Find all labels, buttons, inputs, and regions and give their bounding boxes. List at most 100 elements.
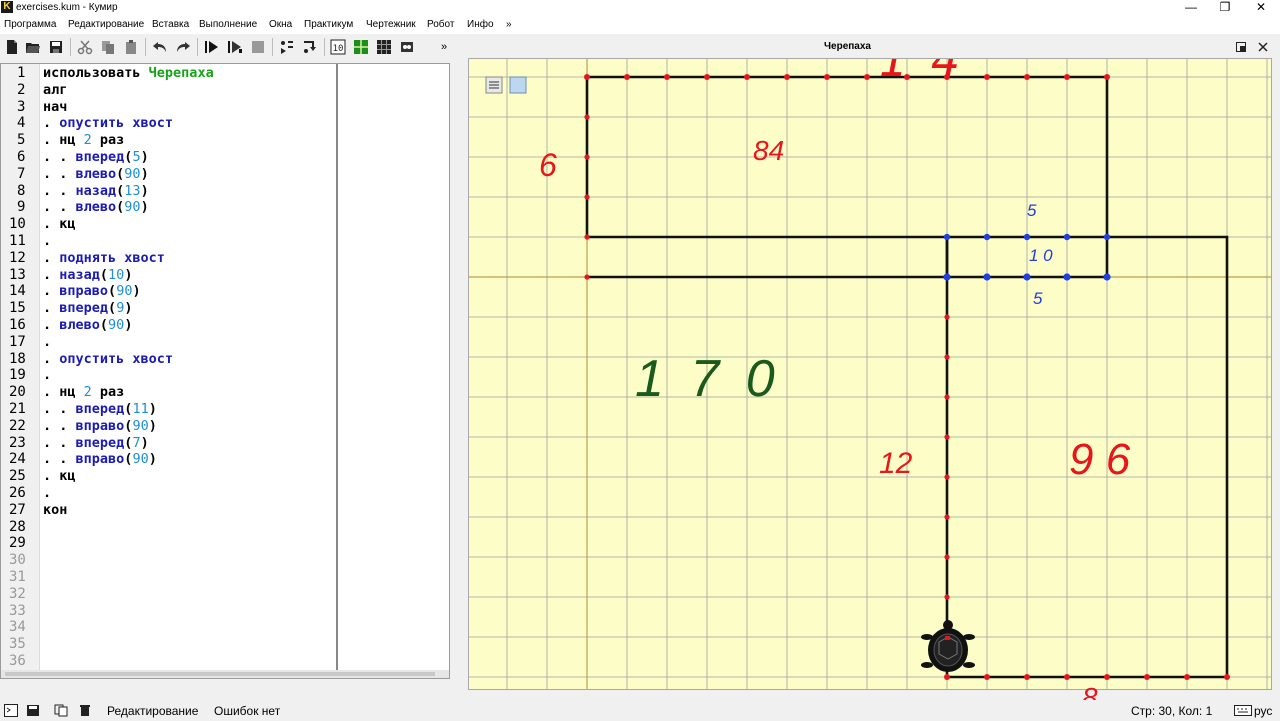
code-line[interactable]: . — [43, 233, 51, 249]
console-icon[interactable] — [4, 704, 18, 717]
toolbar-separator — [145, 38, 146, 56]
menu-program[interactable]: Программа — [4, 19, 56, 30]
step-run-icon[interactable] — [227, 39, 243, 55]
menu-run[interactable]: Выполнение — [199, 19, 257, 30]
code-line[interactable]: . вперед(9) — [43, 300, 132, 316]
grid-dark-icon[interactable] — [376, 39, 392, 55]
code-token: 2 — [83, 384, 92, 401]
app-icon: K — [1, 1, 13, 13]
code-line[interactable]: . . вперед(11) — [43, 401, 157, 417]
copy-status-icon[interactable] — [54, 704, 68, 717]
red-dot — [664, 74, 670, 80]
editor-splitter[interactable] — [336, 64, 338, 678]
open-folder-icon[interactable] — [25, 39, 41, 55]
undo-icon[interactable] — [152, 39, 168, 55]
code-line[interactable]: . . вперед(5) — [43, 149, 149, 165]
variables-icon[interactable]: 10 — [330, 39, 346, 55]
code-token: влево — [59, 317, 100, 333]
code-token: 10 — [108, 266, 125, 283]
step-over-icon[interactable] — [279, 39, 295, 55]
menu-edit[interactable]: Редактирование — [68, 19, 144, 30]
code-line[interactable]: кон — [43, 502, 67, 518]
menu-more[interactable]: » — [506, 19, 512, 30]
code-line[interactable]: . . влево(90) — [43, 166, 149, 182]
line-number: 30 — [9, 552, 26, 569]
code-line[interactable]: . кц — [43, 468, 76, 484]
save-icon[interactable] — [48, 39, 64, 55]
menu-drawer[interactable]: Чертежник — [366, 19, 416, 30]
blue-dot — [983, 273, 991, 281]
float-window-icon[interactable] — [1236, 42, 1246, 52]
code-line[interactable]: . нц 2 раз — [43, 384, 124, 400]
code-token: 90 — [116, 283, 133, 300]
editor-horizontal-scrollbar[interactable] — [1, 670, 449, 678]
code-line[interactable]: . — [43, 367, 51, 383]
code-line[interactable]: . вправо(90) — [43, 283, 141, 299]
code-line[interactable]: . . вперед(7) — [43, 435, 149, 451]
line-number: 25 — [9, 468, 26, 485]
code-line[interactable]: . опустить хвост — [43, 351, 173, 367]
code-line[interactable]: . . влево(90) — [43, 199, 149, 215]
code-line[interactable]: использовать Черепаха — [43, 65, 214, 81]
paste-icon[interactable] — [123, 39, 139, 55]
annotation-top: 1 4 — [879, 58, 965, 87]
new-file-icon[interactable] — [4, 39, 20, 55]
save-status-icon[interactable] — [26, 704, 40, 717]
code-line[interactable]: . . вправо(90) — [43, 451, 157, 467]
line-number: 26 — [9, 485, 26, 501]
line-number: 8 — [17, 182, 26, 199]
code-token: . — [43, 283, 60, 300]
code-token: 90 — [124, 199, 141, 216]
red-dot — [784, 74, 790, 80]
code-line[interactable]: . — [43, 485, 51, 501]
step-into-icon[interactable] — [302, 39, 318, 55]
minimize-button[interactable]: — — [1176, 0, 1206, 14]
run-icon[interactable] — [204, 39, 220, 55]
robot-icon[interactable] — [399, 39, 415, 55]
code-line[interactable]: . назад(10) — [43, 267, 132, 283]
redo-icon[interactable] — [175, 39, 191, 55]
code-line[interactable]: алг — [43, 82, 67, 98]
code-token: . — [43, 367, 52, 384]
code-token: влево — [75, 165, 117, 182]
code-token: . нц — [43, 384, 84, 401]
trash-icon[interactable] — [79, 704, 91, 717]
cut-icon[interactable] — [77, 39, 93, 55]
status-language[interactable]: рус — [1254, 704, 1272, 718]
close-icon[interactable] — [1258, 42, 1268, 52]
turtle-canvas[interactable]: 1 4 6 84 5 1 0 5 1 7 0 12 9 6 — [468, 58, 1272, 690]
close-window-button[interactable]: ✕ — [1246, 0, 1276, 14]
code-token: влево — [75, 199, 117, 216]
blue-dot — [983, 233, 991, 241]
code-line[interactable]: . нц 2 раз — [43, 132, 124, 148]
toolbar-more[interactable]: » — [441, 41, 447, 53]
annotation-left-side: 6 — [539, 147, 557, 183]
code-line[interactable]: . опустить хвост — [43, 115, 173, 131]
menu-insert[interactable]: Вставка — [152, 19, 189, 30]
code-line[interactable]: . . назад(13) — [43, 183, 149, 199]
copy-icon[interactable] — [100, 39, 116, 55]
line-number: 9 — [17, 199, 26, 216]
maximize-button[interactable]: ❐ — [1210, 0, 1240, 14]
grid-green-icon[interactable] — [353, 39, 369, 55]
code-token: вправо — [75, 451, 125, 468]
code-token: . кц — [43, 216, 76, 233]
code-line[interactable]: . — [43, 334, 51, 350]
line-number: 5 — [17, 132, 26, 149]
red-dot — [624, 74, 630, 80]
line-number: 4 — [17, 115, 26, 132]
code-token: ( — [108, 283, 117, 300]
code-editor[interactable]: 1 2 3 4 5 6 7 8 9 10 11 12 13 14 15 16 17 18 19 20 21 22 23 24 2… — [0, 63, 450, 679]
code-line[interactable]: . поднять хвост — [43, 250, 165, 266]
line-number: 2 — [17, 81, 26, 98]
stop-icon[interactable] — [250, 39, 266, 55]
menu-windows[interactable]: Окна — [269, 19, 292, 30]
code-line[interactable]: . кц — [43, 216, 76, 232]
menu-robot[interactable]: Робот — [427, 19, 454, 30]
code-line[interactable]: нач — [43, 99, 67, 115]
menu-info[interactable]: Инфо — [467, 19, 494, 30]
code-line[interactable]: . . вправо(90) — [43, 418, 157, 434]
menu-practicum[interactable]: Практикум — [304, 19, 353, 30]
code-line[interactable]: . влево(90) — [43, 317, 132, 333]
scrollbar-thumb[interactable] — [5, 672, 435, 676]
